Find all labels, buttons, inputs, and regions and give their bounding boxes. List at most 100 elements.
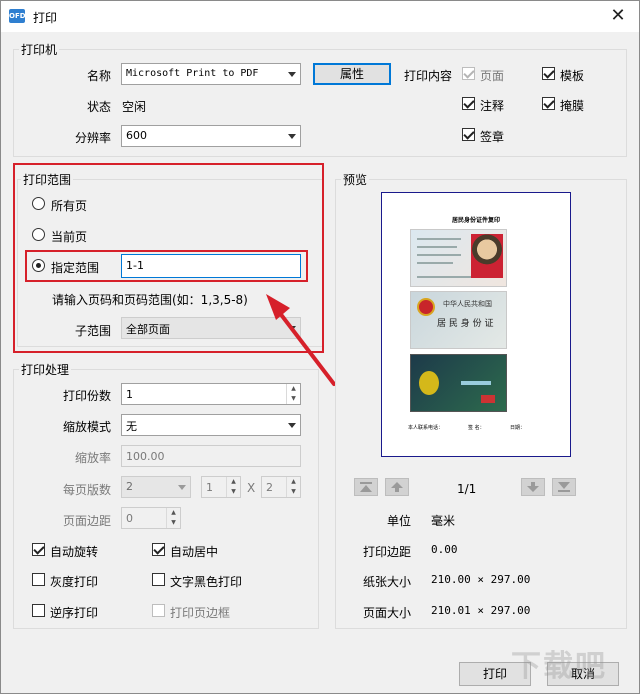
page-indicator: 1/1 bbox=[457, 482, 477, 496]
auto-center-label: 自动居中 bbox=[170, 545, 219, 559]
paper-size-label: 纸张大小 bbox=[362, 575, 411, 589]
copies-input[interactable]: 1 ▲ ▼ bbox=[121, 383, 301, 405]
grid-x-label: X bbox=[247, 481, 256, 495]
grid-cols-input[interactable]: 1 ▲ ▼ bbox=[201, 476, 241, 498]
page-margin-label: 页面边距 bbox=[62, 514, 111, 528]
unit-label: 单位 bbox=[386, 514, 411, 528]
pages-per-sheet-label: 每页版数 bbox=[62, 483, 111, 497]
portrait-image bbox=[471, 234, 503, 278]
title-bar: OFD 打印 ✕ bbox=[1, 1, 639, 32]
chevron-down-icon bbox=[288, 134, 296, 139]
page-margin-input[interactable]: 0 ▲ ▼ bbox=[121, 507, 181, 529]
preview-footer-right: 日期： bbox=[510, 425, 526, 431]
scale-mode-select[interactable]: 无 bbox=[121, 414, 301, 436]
page-border-label: 打印页边框 bbox=[170, 606, 231, 620]
content-signature-checkbox[interactable] bbox=[462, 128, 475, 141]
properties-button[interactable]: 属性 bbox=[313, 63, 391, 85]
printer-name-value: Microsoft Print to PDF bbox=[126, 68, 259, 79]
content-template-checkbox[interactable] bbox=[542, 67, 555, 80]
content-template-label: 模板 bbox=[560, 69, 585, 83]
scale-value: 100.00 bbox=[126, 450, 165, 463]
copies-label: 打印份数 bbox=[62, 389, 111, 403]
reverse-order-label: 逆序打印 bbox=[50, 606, 99, 620]
page-margin-stepper[interactable]: ▲ ▼ bbox=[166, 508, 180, 528]
preview-footer-mid: 签 名： bbox=[468, 425, 485, 431]
watermark-logo: 下载吧 bbox=[511, 649, 607, 684]
content-annotation-checkbox[interactable] bbox=[462, 97, 475, 110]
prev-page-icon bbox=[391, 482, 403, 492]
paper-size-value: 210.00 × 297.00 bbox=[431, 573, 531, 586]
copies-value: 1 bbox=[126, 388, 133, 401]
pages-per-sheet-select[interactable]: 2 bbox=[121, 476, 191, 498]
app-icon: OFD bbox=[9, 9, 26, 23]
close-icon[interactable]: ✕ bbox=[601, 3, 635, 29]
grid-cols-value: 1 bbox=[206, 481, 213, 494]
grayscale-checkbox[interactable] bbox=[32, 573, 45, 586]
preview-page-title: 居民身份证件复印 bbox=[451, 217, 500, 224]
preview-footer-left: 本人联系电话： bbox=[408, 425, 444, 431]
chevron-down-icon bbox=[178, 485, 186, 490]
chevron-down-icon bbox=[288, 72, 296, 77]
scale-label: 缩放率 bbox=[74, 451, 111, 465]
reverse-order-checkbox[interactable] bbox=[32, 604, 45, 617]
grayscale-label: 灰度打印 bbox=[50, 575, 99, 589]
next-page-button[interactable] bbox=[521, 478, 545, 496]
page-size-label: 页面大小 bbox=[362, 606, 411, 620]
preview-page: 居民身份证件复印 中华人民共和国 居 民 身 份 证 本人联系电话： 签 名： … bbox=[381, 192, 571, 457]
page-border-checkbox[interactable] bbox=[152, 604, 165, 617]
scale-mode-value: 无 bbox=[126, 420, 137, 433]
preview-legend: 预览 bbox=[341, 171, 370, 188]
black-text-checkbox[interactable] bbox=[152, 573, 165, 586]
auto-rotate-checkbox[interactable] bbox=[32, 543, 45, 556]
processing-legend: 打印处理 bbox=[19, 361, 72, 378]
print-margin-value: 0.00 bbox=[431, 543, 458, 556]
card-front-line1: 中华人民共和国 bbox=[443, 300, 492, 308]
page-size-value: 210.01 × 297.00 bbox=[431, 604, 531, 617]
content-signature-label: 签章 bbox=[480, 130, 505, 144]
printer-legend: 打印机 bbox=[19, 41, 60, 58]
card-front-line2: 居 民 身 份 证 bbox=[437, 319, 494, 329]
processing-group bbox=[13, 369, 319, 629]
content-mask-checkbox[interactable] bbox=[542, 97, 555, 110]
id-card-back-image bbox=[410, 229, 507, 287]
resolution-select[interactable]: 600 bbox=[121, 125, 301, 147]
status-value: 空闲 bbox=[122, 100, 147, 114]
resolution-value: 600 bbox=[126, 129, 147, 142]
id-card-front-image: 中华人民共和国 居 民 身 份 证 bbox=[410, 291, 507, 349]
grid-cols-stepper[interactable]: ▲ ▼ bbox=[226, 477, 240, 497]
content-annotation-label: 注释 bbox=[480, 99, 505, 113]
chevron-down-icon bbox=[288, 423, 296, 428]
window-title: 打印 bbox=[33, 11, 58, 25]
last-page-icon bbox=[558, 482, 570, 492]
last-page-button[interactable] bbox=[552, 478, 576, 496]
unit-value: 毫米 bbox=[431, 514, 456, 528]
resolution-label: 分辨率 bbox=[74, 131, 111, 145]
scale-input[interactable]: 100.00 bbox=[121, 445, 301, 467]
next-page-icon bbox=[527, 482, 539, 492]
content-page-label: 页面 bbox=[480, 69, 505, 83]
printer-name-label: 名称 bbox=[86, 69, 111, 83]
auto-center-checkbox[interactable] bbox=[152, 543, 165, 556]
black-text-label: 文字黑色打印 bbox=[170, 575, 243, 589]
content-page-checkbox[interactable] bbox=[462, 67, 475, 80]
grid-rows-input[interactable]: 2 ▲ ▼ bbox=[261, 476, 301, 498]
prev-page-button[interactable] bbox=[385, 478, 409, 496]
status-label: 状态 bbox=[86, 100, 111, 114]
first-page-icon bbox=[360, 482, 372, 492]
copies-stepper[interactable]: ▲ ▼ bbox=[286, 384, 300, 404]
emblem-icon bbox=[417, 298, 435, 316]
page-margin-value: 0 bbox=[126, 512, 133, 525]
scale-mode-label: 缩放模式 bbox=[62, 420, 111, 434]
print-dialog: OFD 打印 ✕ 打印机 名称 Microsoft Print to PDF 属… bbox=[0, 0, 640, 694]
print-content-label: 打印内容 bbox=[404, 69, 453, 83]
content-mask-label: 掩膜 bbox=[560, 99, 585, 113]
pages-per-sheet-value: 2 bbox=[126, 480, 133, 493]
grid-rows-stepper[interactable]: ▲ ▼ bbox=[286, 477, 300, 497]
printer-name-select[interactable]: Microsoft Print to PDF bbox=[121, 63, 301, 85]
bank-card-image bbox=[410, 354, 507, 412]
grid-rows-value: 2 bbox=[266, 481, 273, 494]
auto-rotate-label: 自动旋转 bbox=[50, 545, 99, 559]
first-page-button[interactable] bbox=[354, 478, 378, 496]
print-margin-label: 打印边距 bbox=[362, 545, 411, 559]
specified-highlight-box bbox=[25, 250, 308, 282]
